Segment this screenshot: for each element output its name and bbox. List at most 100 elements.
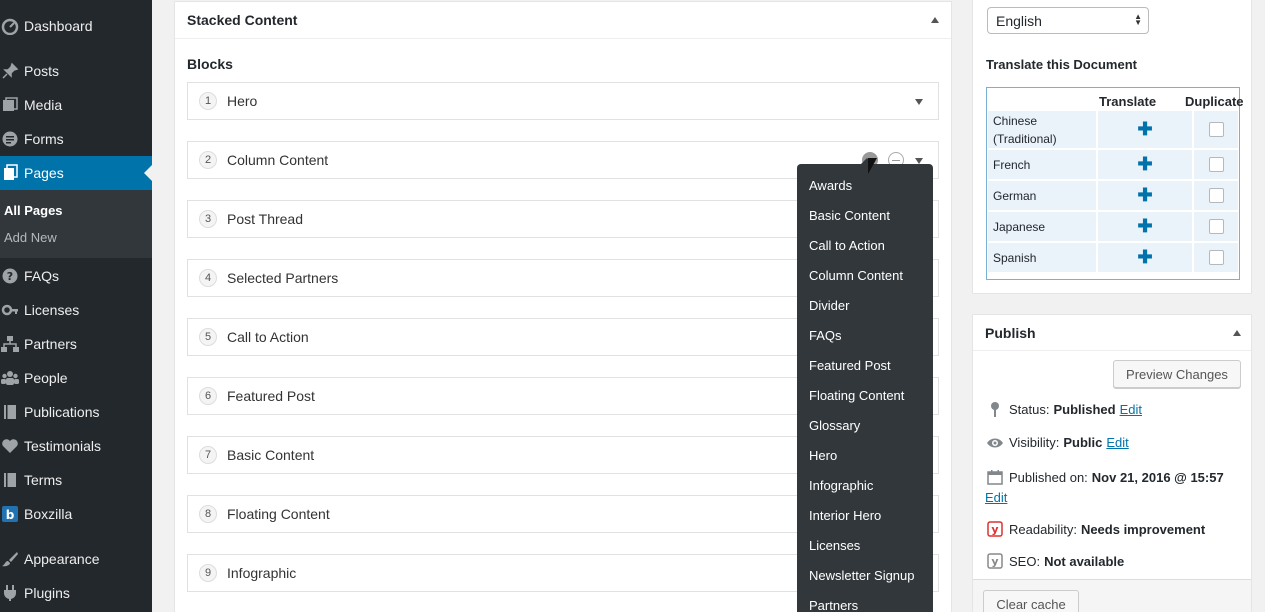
block-number: 5 <box>199 328 217 346</box>
dropdown-item-call-to-action[interactable]: Call to Action <box>797 232 933 262</box>
add-translation-icon[interactable]: ✚ <box>1098 243 1194 272</box>
dropdown-item-newsletter-signup[interactable]: Newsletter Signup <box>797 562 933 592</box>
pages-icon <box>0 164 24 182</box>
sidebar-item-label: Dashboard <box>24 18 93 34</box>
chevron-down-icon[interactable] <box>915 99 923 105</box>
media-icon <box>0 96 24 114</box>
sidebar-item-plugins[interactable]: Plugins <box>0 576 152 610</box>
sidebar-item-licenses[interactable]: Licenses <box>0 293 152 327</box>
sidebar-item-posts[interactable]: Posts <box>0 54 152 88</box>
dropdown-item-partners[interactable]: Partners <box>797 592 933 612</box>
submenu-all-pages[interactable]: All Pages <box>4 203 63 218</box>
network-icon <box>0 335 24 353</box>
block-title: Featured Post <box>227 388 315 404</box>
block-number: 9 <box>199 564 217 582</box>
svg-text:b: b <box>6 508 15 522</box>
sidebar-item-media[interactable]: Media <box>0 88 152 122</box>
sidebar-item-people[interactable]: People <box>0 361 152 395</box>
sidebar-item-label: Plugins <box>24 585 70 601</box>
duplicate-checkbox[interactable] <box>1208 188 1224 203</box>
blocks-label: Blocks <box>187 56 233 72</box>
dropdown-item-hero[interactable]: Hero <box>797 442 933 472</box>
block-title: Basic Content <box>227 447 315 463</box>
collapse-toggle-icon[interactable] <box>1233 330 1241 336</box>
sidebar-item-faqs[interactable]: ? FAQs <box>0 259 152 293</box>
sidebar-item-label: Boxzilla <box>24 506 73 522</box>
yoast-readability-icon: y <box>985 521 1005 537</box>
collapse-toggle-icon[interactable] <box>931 17 939 23</box>
svg-text:y: y <box>991 523 998 536</box>
duplicate-checkbox[interactable] <box>1208 157 1224 172</box>
seo-label: SEO: <box>1009 553 1041 569</box>
dropdown-item-floating-content[interactable]: Floating Content <box>797 382 933 412</box>
forms-icon <box>0 130 24 148</box>
language-select[interactable]: English ▲ ▼ <box>987 7 1149 34</box>
sidebar-item-label: Forms <box>24 131 64 147</box>
language-select-value: English <box>996 12 1042 29</box>
sidebar-item-appearance[interactable]: Appearance <box>0 542 152 576</box>
publish-footer: Clear cache <box>973 579 1251 612</box>
dropdown-item-basic-content[interactable]: Basic Content <box>797 202 933 232</box>
edit-visibility-link[interactable]: Edit <box>1106 435 1128 450</box>
sidebar-item-partners[interactable]: Partners <box>0 327 152 361</box>
block-title: Hero <box>227 93 258 109</box>
add-translation-icon[interactable]: ✚ <box>1098 212 1194 241</box>
sidebar-item-label: Pages <box>24 165 64 181</box>
duplicate-checkbox[interactable] <box>1208 219 1224 234</box>
dropdown-item-divider[interactable]: Divider <box>797 292 933 322</box>
dropdown-item-licenses[interactable]: Licenses <box>797 532 933 562</box>
status-label: Status: <box>1009 401 1050 417</box>
preview-changes-button[interactable]: Preview Changes <box>1113 360 1241 388</box>
block-number: 3 <box>199 210 217 228</box>
readability-label: Readability: <box>1009 521 1077 537</box>
submenu-add-new[interactable]: Add New <box>4 230 57 245</box>
dropdown-item-awards[interactable]: Awards <box>797 172 933 202</box>
admin-sidebar: Dashboard Posts Media Forms Pages All Pa… <box>0 0 152 612</box>
add-translation-icon[interactable]: ✚ <box>1098 111 1194 148</box>
sidebar-item-boxzilla[interactable]: b Boxzilla <box>0 497 152 531</box>
publish-box: Publish Preview Changes Status: Publishe… <box>972 314 1252 612</box>
block-number: 4 <box>199 269 217 287</box>
sidebar-item-dashboard[interactable]: Dashboard <box>0 9 152 43</box>
duplicate-checkbox[interactable] <box>1208 122 1224 137</box>
dropdown-item-interior-hero[interactable]: Interior Hero <box>797 502 933 532</box>
add-translation-icon[interactable]: ✚ <box>1098 150 1194 179</box>
add-translation-icon[interactable]: ✚ <box>1098 181 1194 210</box>
column-header-translate: Translate <box>1099 94 1157 109</box>
dropdown-item-featured-post[interactable]: Featured Post <box>797 352 933 382</box>
language-name: Chinese (Traditional) <box>988 111 1098 148</box>
box-title: Stacked Content <box>187 12 298 28</box>
block-number: 8 <box>199 505 217 523</box>
pin-icon <box>985 401 1005 417</box>
sidebar-item-label: Testimonials <box>24 438 102 454</box>
clear-cache-button[interactable]: Clear cache <box>983 590 1079 612</box>
dashboard-icon <box>0 17 24 35</box>
language-name: French <box>988 150 1098 179</box>
block-title: Call to Action <box>227 329 309 345</box>
sidebar-item-terms[interactable]: Terms <box>0 463 152 497</box>
edit-status-link[interactable]: Edit <box>1120 402 1142 417</box>
pages-submenu: All Pages Add New <box>0 190 152 258</box>
status-value: Published <box>1053 401 1116 417</box>
dropdown-item-faqs[interactable]: FAQs <box>797 322 933 352</box>
calendar-icon <box>985 469 1005 485</box>
dropdown-item-glossary[interactable]: Glossary <box>797 412 933 442</box>
block-number: 6 <box>199 387 217 405</box>
sidebar-item-pages[interactable]: Pages <box>0 156 152 190</box>
language-name: German <box>988 181 1098 210</box>
block-row[interactable]: 1 Hero <box>187 82 939 120</box>
dropdown-item-column-content[interactable]: Column Content <box>797 262 933 292</box>
sidebar-item-forms[interactable]: Forms <box>0 122 152 156</box>
sidebar-item-testimonials[interactable]: Testimonials <box>0 429 152 463</box>
book-icon <box>0 403 24 421</box>
sidebar-item-label: Publications <box>24 404 100 420</box>
sidebar-item-label: Media <box>24 97 63 113</box>
dropdown-item-infographic[interactable]: Infographic <box>797 472 933 502</box>
edit-date-link[interactable]: Edit <box>985 490 1007 505</box>
stacked-content-header[interactable]: Stacked Content <box>175 2 951 39</box>
duplicate-checkbox[interactable] <box>1208 250 1224 265</box>
sidebar-item-label: Partners <box>24 336 77 352</box>
publish-header[interactable]: Publish <box>973 315 1251 351</box>
svg-text:y: y <box>991 555 998 568</box>
sidebar-item-publications[interactable]: Publications <box>0 395 152 429</box>
